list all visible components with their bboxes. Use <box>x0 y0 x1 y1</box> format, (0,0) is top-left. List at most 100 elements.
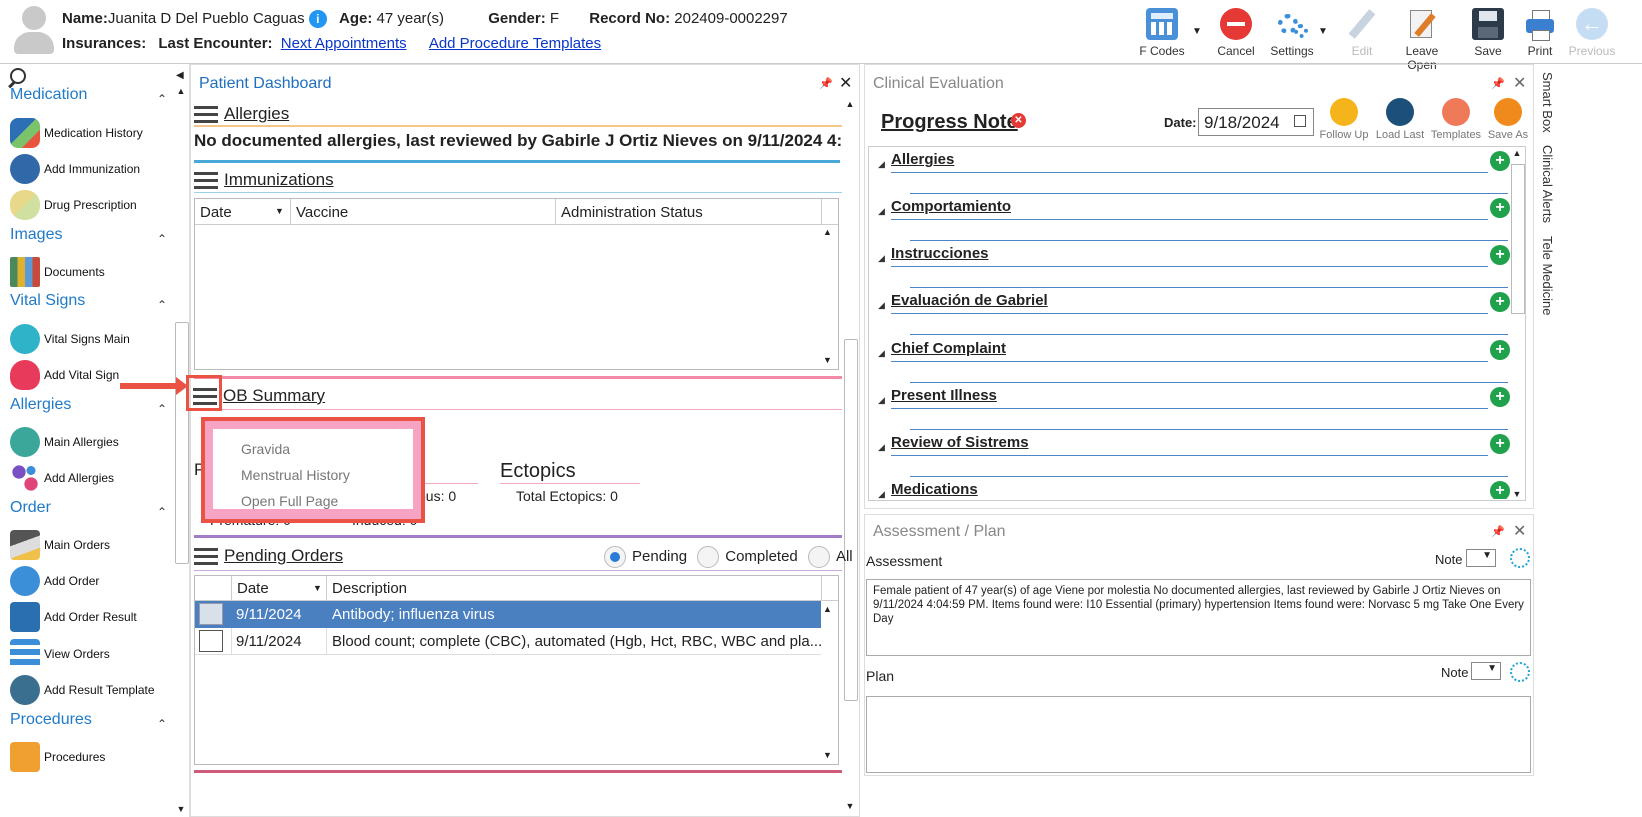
sidebar-item-procedures[interactable]: Procedures <box>10 740 170 774</box>
table-row[interactable]: 9/11/2024 Antibody; influenza virus <box>195 601 821 628</box>
scroll-up-icon[interactable]: ▲ <box>823 604 832 614</box>
sidebar-scrollbar[interactable]: ▲ ▼ <box>174 86 189 814</box>
chevron-up-icon[interactable]: ⌃ <box>157 402 167 416</box>
previous-button[interactable]: ← Previous <box>1564 4 1620 62</box>
note-dropdown[interactable]: ▼ <box>1471 662 1501 680</box>
chevron-up-icon[interactable]: ⌃ <box>157 717 167 731</box>
expand-icon[interactable]: ◢ <box>878 395 885 406</box>
clinical-section-comportamiento[interactable]: ◢ Comportamiento + <box>878 198 1518 241</box>
chevron-up-icon[interactable]: ⌃ <box>157 232 167 246</box>
add-icon[interactable]: + <box>1490 151 1510 171</box>
expand-icon[interactable]: ◢ <box>878 442 885 453</box>
close-icon[interactable]: ✕ <box>1513 521 1526 541</box>
fcodes-dropdown-icon[interactable]: ▼ <box>1192 26 1202 37</box>
expand-icon[interactable]: ◢ <box>878 348 885 359</box>
sidebar-item-documents[interactable]: Documents <box>10 255 170 289</box>
sidebar-section-vital-signs[interactable]: Vital Signs <box>10 292 85 310</box>
pin-icon[interactable]: 📌 <box>1491 525 1505 538</box>
sidebar-item-main-allergies[interactable]: Main Allergies <box>10 425 170 459</box>
add-icon[interactable]: + <box>1490 245 1510 265</box>
column-header-date[interactable]: Date <box>200 204 232 221</box>
radio-completed[interactable] <box>697 546 720 568</box>
scroll-up-icon[interactable]: ▲ <box>823 227 832 237</box>
row-checkbox[interactable] <box>199 630 223 652</box>
chevron-up-icon[interactable]: ⌃ <box>157 298 167 312</box>
add-procedure-templates-link[interactable]: Add Procedure Templates <box>429 35 601 52</box>
leave-open-button[interactable]: Leave Open <box>1392 4 1452 72</box>
menu-item-gravida[interactable]: Gravida <box>241 441 290 457</box>
chevron-up-icon[interactable]: ⌃ <box>157 505 167 519</box>
expand-icon[interactable]: ◢ <box>878 206 885 217</box>
menu-item-menstrual-history[interactable]: Menstrual History <box>241 467 350 483</box>
column-header-description[interactable]: Description <box>332 580 407 597</box>
hamburger-menu-icon[interactable] <box>194 548 218 567</box>
save-button[interactable]: Save <box>1458 4 1518 62</box>
menu-item-open-full-page[interactable]: Open Full Page <box>241 493 338 509</box>
note-dropdown[interactable]: ▼ <box>1466 549 1496 567</box>
expand-icon[interactable]: ◢ <box>878 300 885 311</box>
next-appointments-link[interactable]: Next Appointments <box>281 35 407 52</box>
scroll-down-icon[interactable]: ▼ <box>823 355 832 365</box>
hamburger-menu-icon[interactable] <box>193 388 217 407</box>
allergies-section-header[interactable]: Allergies <box>194 104 289 125</box>
follow-up-button[interactable]: Follow Up <box>1318 98 1370 141</box>
settings-button[interactable]: Settings <box>1262 4 1322 62</box>
fcodes-button[interactable]: F Codes <box>1132 4 1192 62</box>
pending-orders-section-header[interactable]: Pending Orders <box>194 546 343 567</box>
sort-dropdown-icon[interactable]: ▼ <box>275 206 284 216</box>
sidebar-item-add-immunization[interactable]: Add Immunization <box>10 152 170 186</box>
sidebar-section-allergies[interactable]: Allergies <box>10 396 71 414</box>
tab-tele-medicine[interactable]: Tele Medicine <box>1540 236 1555 316</box>
sidebar-section-order[interactable]: Order <box>10 499 51 517</box>
collapse-sidebar-icon[interactable]: ◀ <box>176 70 184 81</box>
dashboard-scrollbar[interactable]: ▲ ▼ <box>843 99 858 811</box>
sidebar-item-main-orders[interactable]: Main Orders <box>10 528 170 562</box>
templates-button[interactable]: Templates <box>1430 98 1482 141</box>
radio-all[interactable] <box>807 546 830 568</box>
clinical-section-evaluacion[interactable]: ◢ Evaluación de Gabriel + <box>878 292 1518 335</box>
date-input[interactable]: 9/18/2024 <box>1198 108 1314 136</box>
hamburger-menu-icon[interactable] <box>194 172 218 191</box>
scroll-down-icon[interactable]: ▼ <box>823 750 832 760</box>
clinical-section-present-illness[interactable]: ◢ Present Illness + <box>878 387 1518 430</box>
sort-dropdown-icon[interactable]: ▼ <box>313 583 322 593</box>
tab-smart-box[interactable]: Smart Box <box>1540 72 1555 133</box>
expand-icon[interactable]: ◢ <box>878 159 885 170</box>
tab-clinical-alerts[interactable]: Clinical Alerts <box>1540 145 1555 223</box>
sidebar-item-add-allergies[interactable]: Add Allergies <box>10 461 170 495</box>
add-icon[interactable]: + <box>1490 340 1510 360</box>
save-as-button[interactable]: Save As <box>1484 98 1532 141</box>
info-icon[interactable]: i <box>308 10 327 28</box>
ob-summary-section-header[interactable]: OB Summary <box>193 386 325 407</box>
add-icon[interactable]: + <box>1490 387 1510 407</box>
sidebar-item-add-result-template[interactable]: Add Result Template <box>10 673 170 707</box>
clinical-section-review-of-systems[interactable]: ◢ Review of Sistrems + <box>878 434 1518 477</box>
pin-icon[interactable]: 📌 <box>819 77 833 90</box>
clinical-section-instrucciones[interactable]: ◢ Instrucciones + <box>878 245 1518 288</box>
plan-textarea[interactable] <box>866 696 1531 773</box>
search-icon[interactable] <box>8 68 30 89</box>
immunizations-section-header[interactable]: Immunizations <box>194 170 334 191</box>
expand-icon[interactable]: ◢ <box>878 489 885 499</box>
clinical-section-allergies[interactable]: ◢ Allergies + <box>878 151 1518 194</box>
sidebar-section-procedures[interactable]: Procedures <box>10 711 92 729</box>
radio-pending[interactable] <box>604 546 626 568</box>
print-button[interactable]: Print <box>1510 4 1570 62</box>
clinical-section-medications[interactable]: ◢ Medications + <box>878 481 1518 499</box>
close-icon[interactable]: ✕ <box>839 73 852 93</box>
sidebar-item-medication-history[interactable]: Medication History <box>10 116 170 150</box>
load-last-button[interactable]: Load Last <box>1374 98 1426 141</box>
calendar-icon[interactable] <box>1294 115 1306 127</box>
row-checkbox[interactable] <box>199 603 223 625</box>
column-header-date[interactable]: Date <box>237 580 269 597</box>
expand-icon[interactable]: ◢ <box>878 253 885 264</box>
remove-icon[interactable]: ✕ <box>1011 113 1026 128</box>
sidebar-section-images[interactable]: Images <box>10 226 62 244</box>
column-header-vaccine[interactable]: Vaccine <box>296 204 348 221</box>
assessment-textarea[interactable]: Female patient of 47 year(s) of age Vien… <box>866 579 1531 656</box>
sidebar-item-add-order-result[interactable]: Add Order Result <box>10 600 170 634</box>
add-icon[interactable]: + <box>1490 434 1510 454</box>
hamburger-menu-icon[interactable] <box>194 106 218 125</box>
pin-icon[interactable]: 📌 <box>1491 77 1505 90</box>
settings-dropdown-icon[interactable]: ▼ <box>1318 26 1328 37</box>
